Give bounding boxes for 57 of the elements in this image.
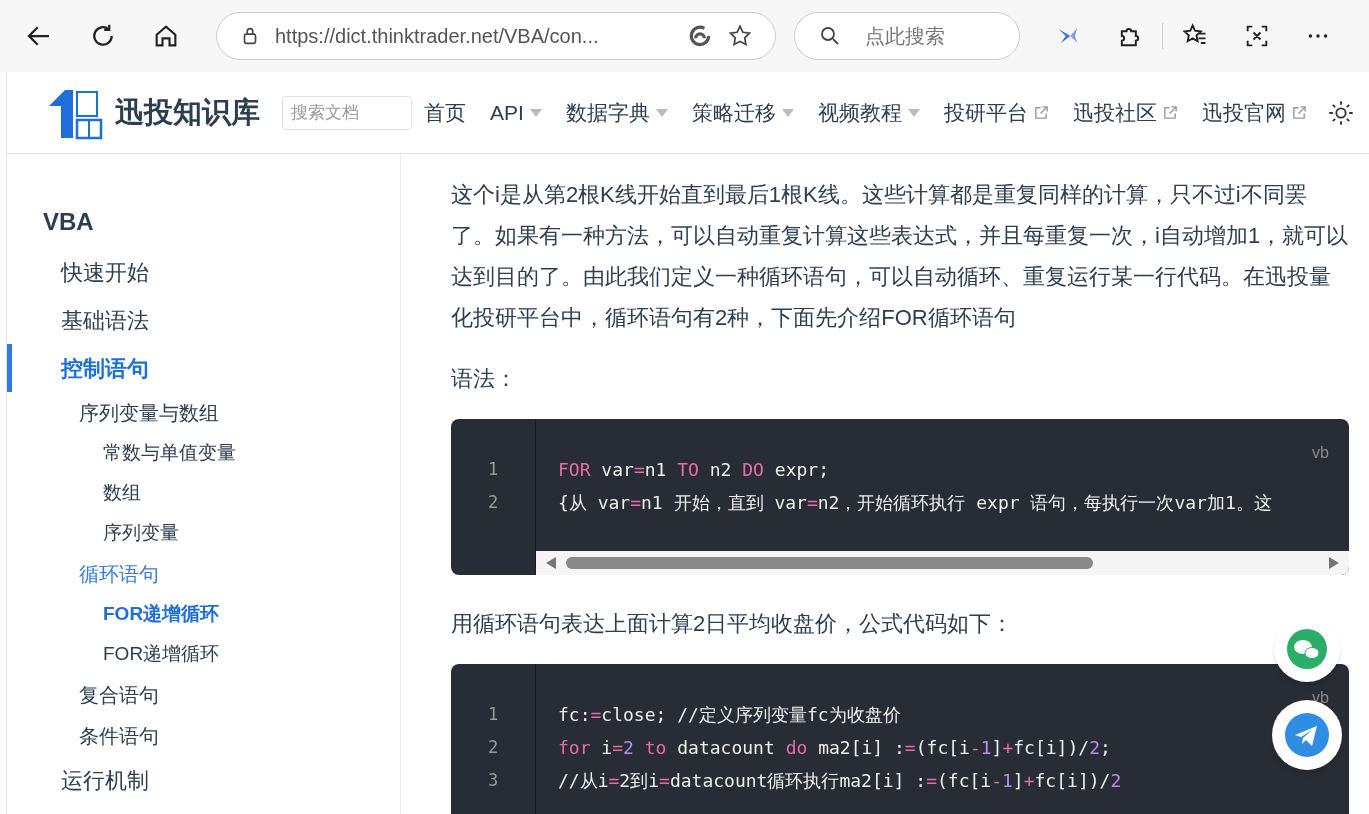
scroll-left-icon[interactable] (546, 557, 556, 569)
external-link-icon (1291, 105, 1307, 120)
nav-link[interactable]: 策略迁移 (691, 96, 794, 129)
code-line: FOR var=n1 TO n2 DO expr; (558, 458, 829, 482)
paragraph: 这个i是从第2根K线开始直到最后1根K线。这些计算都是重复同样的计算，只不过i不同罢了。如果有一种方法，可以自动重复计算这些表达式，并且每重复一次，i自动增加1，就可以达到目的了。由此我们定义一种循环语句，可以自动循环、重复运行某一行代码。在迅投量化投研平台中，循环语句有2种，下面先介绍FOR循环语句 (451, 181, 1349, 332)
external-link-icon (1033, 105, 1049, 120)
line-number: 2 (487, 491, 499, 514)
nav-link[interactable]: 首页 (424, 96, 466, 129)
caret-icon (907, 108, 920, 117)
sidebar-item[interactable]: 基础语法 (7, 296, 400, 344)
scroll-right-icon[interactable] (1329, 557, 1339, 569)
horizontal-scrollbar[interactable] (536, 551, 1349, 575)
code-line: //从i=2到i=datacount循环执行ma2[i] :=(fc[i-1]+fc[i])/2 (558, 769, 1122, 793)
line-number: 1 (487, 703, 499, 726)
doc-search-field[interactable]: 搜索文档 (282, 95, 412, 130)
sidebar-item[interactable]: 快速开始 (7, 248, 400, 296)
language-label: vb (1312, 688, 1329, 708)
line-number: 1 (487, 458, 499, 481)
code-line: for i=2 to datacount do ma2[i] :=(fc[i-1]+fc[i])/2; (558, 736, 1111, 760)
external-link-icon (1162, 105, 1178, 120)
code-line: fc:=close; //定义序列变量fc为收盘价 (558, 703, 901, 727)
chat-bubbles-icon (1286, 628, 1328, 670)
line-number: 3 (487, 769, 499, 792)
site-title[interactable]: 迅投知识库 (115, 90, 260, 135)
sidebar-item[interactable]: 循环语句 (7, 553, 400, 594)
caret-icon (529, 108, 542, 117)
sidebar-item[interactable]: 条件语句 (7, 715, 400, 756)
nav-link[interactable]: 迅投社区 (1072, 96, 1178, 129)
sidebar-item[interactable]: 控制语句 (7, 344, 400, 392)
search-field[interactable]: 点此搜索 (794, 12, 1020, 60)
language-label: vb (1312, 443, 1329, 463)
sidebar-heading: VBA (42, 207, 95, 237)
sidebar-item[interactable]: FOR递增循环 (7, 594, 400, 634)
sidebar-item[interactable]: 常数与单值变量 (7, 433, 400, 473)
sidebar-item[interactable]: 运行机制 (7, 756, 400, 804)
paper-plane-icon (1284, 712, 1330, 758)
nav-link[interactable]: 迅投官网 (1201, 96, 1307, 129)
caret-icon (781, 108, 794, 117)
sidebar-item[interactable]: 复合语句 (7, 674, 400, 715)
line-number: 2 (487, 736, 499, 759)
nav-link[interactable]: 数据字典 (565, 96, 668, 129)
nav-link[interactable]: API (490, 96, 542, 129)
nav-link[interactable]: 投研平台 (943, 96, 1049, 129)
paragraph: 语法： (451, 365, 518, 393)
url-text: https://dict.thinktrader.net/VBA/con... (275, 24, 600, 49)
nav-link[interactable]: 视频教程 (817, 96, 920, 129)
code-line: {从 var=n1 开始，直到 var=n2，开始循环执行 expr 语句，每执行一次var加1。这 (558, 491, 1272, 515)
paragraph: 用循环语句表达上面计算2日平均收盘价，公式代码如下： (451, 610, 1015, 638)
swirl-icon[interactable] (687, 23, 713, 49)
sun-icon[interactable] (1327, 98, 1355, 127)
sidebar-item[interactable]: 序列变量与数组 (7, 392, 400, 433)
star-icon[interactable] (727, 23, 753, 49)
sidebar-item[interactable]: 数组 (7, 473, 400, 513)
address-bar[interactable]: https://dict.thinktrader.net/VBA/con... (216, 12, 776, 60)
caret-icon (655, 108, 668, 117)
sidebar-item[interactable]: 序列变量 (7, 513, 400, 553)
sidebar-item[interactable]: FOR递增循环 (7, 634, 400, 674)
